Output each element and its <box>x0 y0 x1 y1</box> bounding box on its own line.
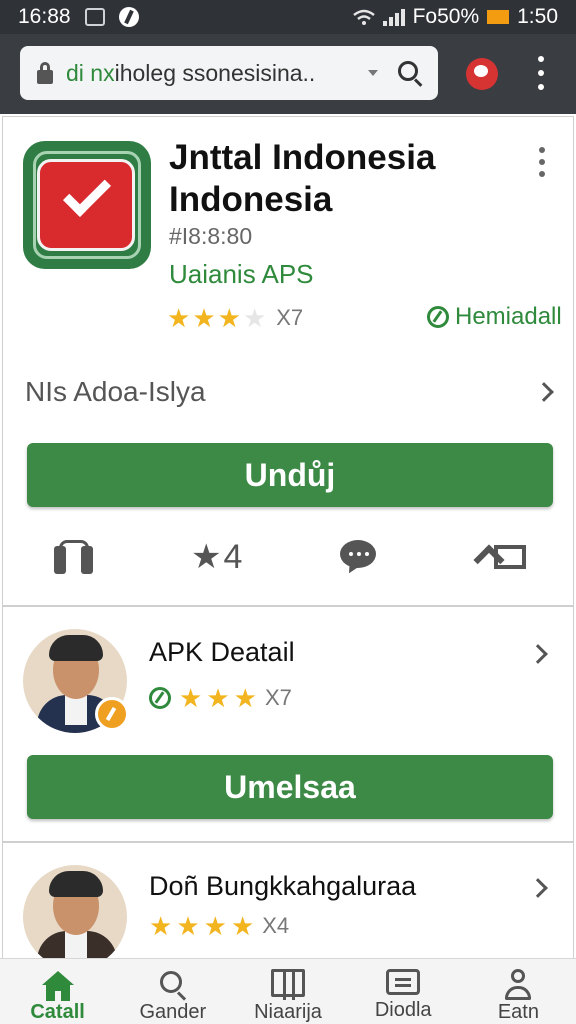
list-item[interactable]: Doñ Bungkkahgaluraa ★ ★ ★ ★ X4 <box>2 842 574 972</box>
action-rate[interactable]: ★ 4 <box>187 532 247 582</box>
nav-label: Eatn <box>497 1001 539 1023</box>
star-icon: ★ <box>179 683 203 713</box>
browser-toolbar: di nxiholeg ssonesisina.. <box>0 34 576 114</box>
action-bar: ★ 4 <box>3 527 573 587</box>
star-icon: ★ <box>233 683 257 713</box>
star-empty-icon: ★ <box>242 303 267 333</box>
wifi-icon <box>352 9 375 25</box>
status-clock: 1:50 <box>517 5 558 28</box>
battery-icon <box>487 10 510 24</box>
app-rating: ★ ★ ★ ★ X7 <box>167 305 303 331</box>
developer-link[interactable]: Uaianis APS <box>169 259 314 290</box>
star-rating: ★ ★ ★ ★ <box>167 305 266 331</box>
list-item-title: APK Deatail <box>149 637 295 667</box>
chevron-down-icon[interactable] <box>368 70 378 76</box>
verified-icon <box>149 687 171 709</box>
nav-label: Gander <box>139 1001 207 1023</box>
avatar <box>23 865 127 969</box>
chevron-right-icon[interactable] <box>528 878 548 898</box>
gallery-icon <box>84 8 105 26</box>
info-row[interactable]: NIs Adoa-Islya <box>3 367 573 417</box>
nav-item-map[interactable]: Niaarija <box>230 959 345 1024</box>
badge-label: Hemiadall <box>455 303 562 330</box>
nav-item-profile[interactable]: Eatn <box>461 959 576 1024</box>
nav-label: Diodla <box>374 999 432 1021</box>
star-icon: ★ <box>192 303 216 333</box>
star-icon: ★ <box>206 683 230 713</box>
list-item-rating: ★ ★ ★ X7 <box>149 685 292 711</box>
rating-count: X7 <box>264 685 292 710</box>
status-carrier: Fo50% <box>412 5 480 28</box>
person-icon <box>501 969 535 1000</box>
more-icon[interactable] <box>536 56 546 90</box>
star-icon: ★ <box>191 538 222 576</box>
star-icon: ★ <box>176 911 200 941</box>
star-icon: ★ <box>203 911 227 941</box>
home-icon <box>41 969 75 1001</box>
star-icon: ★ <box>230 911 255 941</box>
share-icon <box>473 541 528 576</box>
install-button[interactable]: Umelsaa <box>27 755 553 819</box>
app-meta: #I8:8:80 <box>169 223 253 249</box>
list-item[interactable]: APK Deatail ★ ★ ★ X7 Umelsaa <box>2 606 574 842</box>
chat-icon <box>340 540 378 577</box>
rating-count: X4 <box>262 913 290 938</box>
nav-item-messages[interactable]: Diodla <box>346 959 461 1024</box>
map-icon <box>271 969 305 1000</box>
info-row-label: NIs Adoa-Islya <box>25 376 206 407</box>
action-device[interactable] <box>44 532 104 582</box>
chevron-right-icon <box>534 382 554 402</box>
card-more-icon[interactable] <box>537 147 547 177</box>
app-title: Jnttal Indonesia Indonesia <box>169 138 436 219</box>
star-icon: ★ <box>217 303 241 333</box>
signal-icon <box>382 8 405 26</box>
star-icon: ★ <box>167 303 191 333</box>
nav-label: Niaarija <box>254 1001 322 1023</box>
url-text[interactable]: di nxiholeg ssonesisina.. <box>66 60 350 87</box>
action-share[interactable] <box>472 532 532 582</box>
list-item-title: Doñ Bungkkahgaluraa <box>149 871 417 901</box>
star-icon: ★ <box>149 911 173 941</box>
download-button[interactable]: Undůj <box>27 443 553 507</box>
nav-label: Catall <box>30 1001 85 1023</box>
nav-item-home[interactable]: Catall <box>0 959 115 1024</box>
lightning-badge-icon <box>95 697 129 731</box>
search-icon[interactable] <box>396 59 424 87</box>
sync-icon <box>118 7 139 27</box>
action-star-count: 4 <box>223 537 243 576</box>
search-icon <box>156 969 190 1001</box>
message-icon <box>386 969 421 995</box>
action-comment[interactable] <box>329 532 389 582</box>
verified-badge: Hemiadall <box>427 303 562 331</box>
app-card: Jnttal Indonesia Indonesia #I8:8:80 Uaia… <box>2 116 574 606</box>
url-bar[interactable]: di nxiholeg ssonesisina.. <box>20 46 438 100</box>
chevron-right-icon[interactable] <box>528 644 548 664</box>
nav-item-search[interactable]: Gander <box>115 959 230 1024</box>
headphones-icon <box>54 540 94 574</box>
verified-icon <box>427 306 449 328</box>
bottom-nav: Catall Gander Niaarija Diodla Eatn <box>0 958 576 1024</box>
status-bar: 16:88 Fo50% 1:50 <box>0 0 576 34</box>
lock-icon <box>34 61 56 85</box>
app-icon <box>23 141 151 269</box>
profile-icon[interactable] <box>466 58 498 90</box>
rating-count: X7 <box>276 305 304 330</box>
list-item-rating: ★ ★ ★ ★ X4 <box>149 913 289 939</box>
status-time: 16:88 <box>18 5 71 28</box>
